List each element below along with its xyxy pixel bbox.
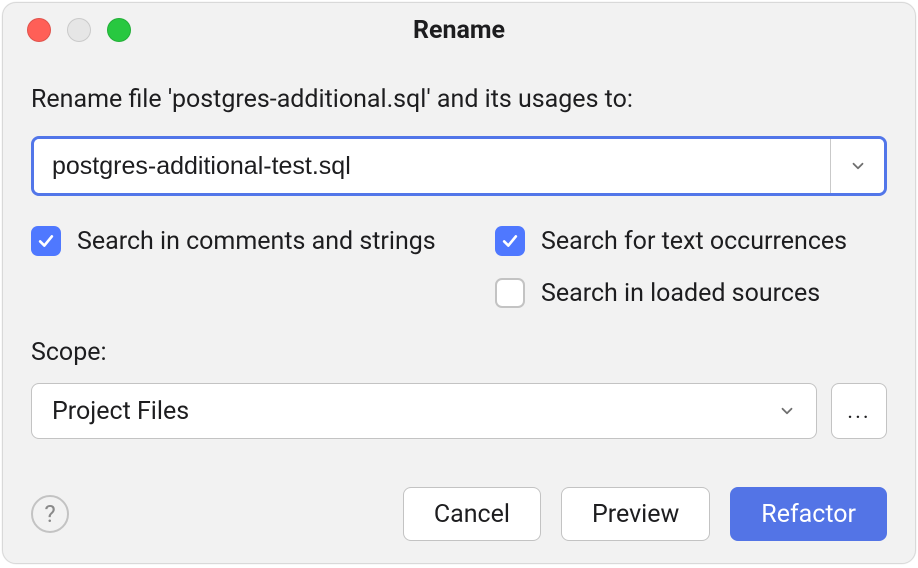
checkbox-unchecked-icon (495, 278, 525, 308)
scope-select[interactable]: Project Files (31, 383, 817, 439)
minimize-window-icon (67, 18, 91, 42)
options-grid: Search in comments and strings Search fo… (31, 226, 887, 330)
prompt-label: Rename file 'postgres-additional.sql' an… (31, 85, 887, 114)
dialog-content: Rename file 'postgres-additional.sql' an… (3, 57, 915, 439)
scope-label: Scope: (31, 338, 887, 367)
refactor-button[interactable]: Refactor (730, 487, 887, 541)
chevron-down-icon (778, 402, 796, 420)
name-input-row (31, 136, 887, 196)
new-name-input[interactable] (34, 139, 830, 193)
search-text-occurrences-checkbox[interactable]: Search for text occurrences (495, 226, 887, 256)
search-loaded-sources-label: Search in loaded sources (541, 279, 820, 308)
help-button[interactable]: ? (31, 495, 69, 533)
rename-dialog: Rename Rename file 'postgres-additional.… (2, 2, 916, 564)
close-window-icon[interactable] (27, 18, 51, 42)
zoom-window-icon[interactable] (107, 18, 131, 42)
history-dropdown-button[interactable] (830, 139, 884, 193)
chevron-down-icon (849, 157, 867, 175)
search-comments-label: Search in comments and strings (77, 227, 436, 256)
preview-button[interactable]: Preview (561, 487, 710, 541)
scope-row: Project Files ... (31, 383, 887, 439)
search-comments-checkbox[interactable]: Search in comments and strings (31, 226, 495, 256)
checkbox-checked-icon (495, 226, 525, 256)
titlebar: Rename (3, 3, 915, 57)
window-controls (27, 18, 131, 42)
checkbox-checked-icon (31, 226, 61, 256)
window-title: Rename (3, 16, 915, 45)
scope-more-button[interactable]: ... (831, 383, 887, 439)
scope-selected-value: Project Files (52, 397, 189, 426)
dialog-footer: ? Cancel Preview Refactor (31, 487, 887, 541)
search-loaded-sources-checkbox[interactable]: Search in loaded sources (495, 278, 887, 308)
search-text-occurrences-label: Search for text occurrences (541, 227, 847, 256)
cancel-button[interactable]: Cancel (403, 487, 541, 541)
